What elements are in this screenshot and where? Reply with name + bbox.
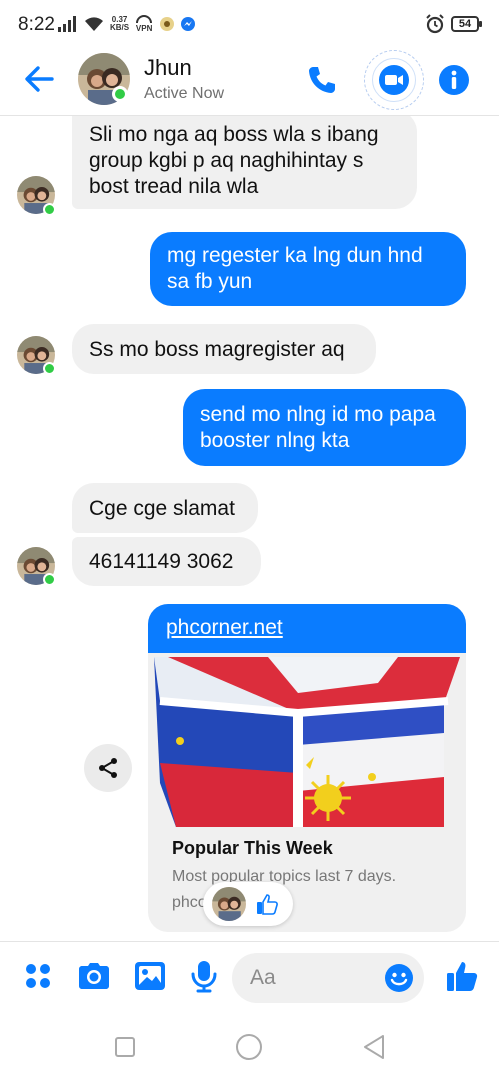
message-thread[interactable]: Sli mo nga aq boss wla s ibang group kgb… xyxy=(0,116,499,941)
share-icon xyxy=(99,758,117,778)
online-indicator xyxy=(43,203,56,216)
voice-call-button[interactable] xyxy=(302,60,342,100)
contact-name[interactable]: Jhun xyxy=(144,55,192,81)
contact-status: Active Now xyxy=(144,85,225,102)
gallery-icon xyxy=(135,962,165,990)
link-preview-image xyxy=(148,653,466,827)
phone-icon xyxy=(309,67,335,93)
back-nav-button[interactable] xyxy=(360,1033,388,1061)
like-icon xyxy=(447,962,478,991)
online-indicator xyxy=(43,573,56,586)
back-arrow-icon xyxy=(25,66,54,92)
recents-icon xyxy=(115,1037,135,1057)
like-reaction-icon xyxy=(257,894,278,915)
emoji-button[interactable] xyxy=(384,963,414,993)
notification-app-icon xyxy=(160,17,175,31)
avatar-photo xyxy=(212,887,246,921)
like-button[interactable] xyxy=(442,956,482,996)
system-navigation-bar xyxy=(0,1013,499,1080)
vpn-indicator: VPN xyxy=(135,15,153,33)
link-url[interactable]: phcorner.net xyxy=(148,604,466,653)
video-camera-icon xyxy=(379,65,409,95)
conversation-header: Jhun Active Now xyxy=(0,50,499,116)
alarm-icon xyxy=(426,14,444,34)
vpn-label: VPN xyxy=(135,24,153,33)
gallery-button[interactable] xyxy=(130,956,170,996)
message-composer xyxy=(0,941,499,1013)
status-bar: 8:22 0.37 KB/S VPN 54 xyxy=(0,0,499,50)
signal-icon xyxy=(58,16,76,32)
back-icon xyxy=(364,1035,384,1059)
home-button[interactable] xyxy=(235,1033,263,1061)
video-call-button[interactable] xyxy=(364,50,424,110)
philippine-flag-cube-image xyxy=(148,653,466,827)
message-outgoing[interactable]: mg regester ka lng dun hnd sa fb yun xyxy=(150,232,466,306)
message-incoming[interactable]: 46141149 3062 xyxy=(72,537,261,586)
apps-icon xyxy=(26,964,50,988)
message-input-field[interactable] xyxy=(232,953,424,1003)
online-indicator xyxy=(43,362,56,375)
link-preview-card[interactable]: phcorner.net Popular This Week Most popu… xyxy=(148,604,466,932)
voice-message-button[interactable] xyxy=(184,956,224,996)
info-icon xyxy=(439,65,469,95)
video-call-ring xyxy=(372,58,416,102)
message-reaction[interactable] xyxy=(203,882,293,926)
status-time: 8:22 xyxy=(18,14,55,35)
message-outgoing[interactable]: send mo nlng id mo papa booster nlng kta xyxy=(183,389,466,466)
share-button[interactable] xyxy=(84,744,132,792)
camera-button[interactable] xyxy=(74,956,114,996)
camera-icon xyxy=(79,963,109,989)
message-incoming[interactable]: Cge cge slamat xyxy=(72,483,258,533)
back-button[interactable] xyxy=(22,62,56,96)
emoji-icon xyxy=(385,964,413,992)
network-speed: 0.37 KB/S xyxy=(110,16,129,32)
vpn-key-icon xyxy=(136,15,153,24)
message-incoming[interactable]: Sli mo nga aq boss wla s ibang group kgb… xyxy=(72,116,417,209)
home-icon xyxy=(236,1034,262,1060)
reaction-avatar xyxy=(212,887,246,921)
microphone-icon xyxy=(191,961,217,993)
status-icons: 0.37 KB/S VPN xyxy=(58,15,196,33)
messenger-notification-icon xyxy=(181,17,196,31)
apps-button[interactable] xyxy=(18,956,58,996)
link-preview-description: Most popular topics last 7 days. xyxy=(172,868,397,885)
wifi-icon xyxy=(85,17,103,31)
message-incoming[interactable]: Ss mo boss magregister aq xyxy=(72,324,376,374)
link-preview-title: Popular This Week xyxy=(172,838,333,858)
recents-button[interactable] xyxy=(111,1033,139,1061)
online-indicator xyxy=(112,86,128,102)
status-right: 54 xyxy=(425,14,482,34)
network-speed-unit: KB/S xyxy=(110,23,130,32)
message-input[interactable] xyxy=(250,965,390,991)
battery-indicator: 54 xyxy=(451,16,482,32)
conversation-info-button[interactable] xyxy=(434,60,474,100)
